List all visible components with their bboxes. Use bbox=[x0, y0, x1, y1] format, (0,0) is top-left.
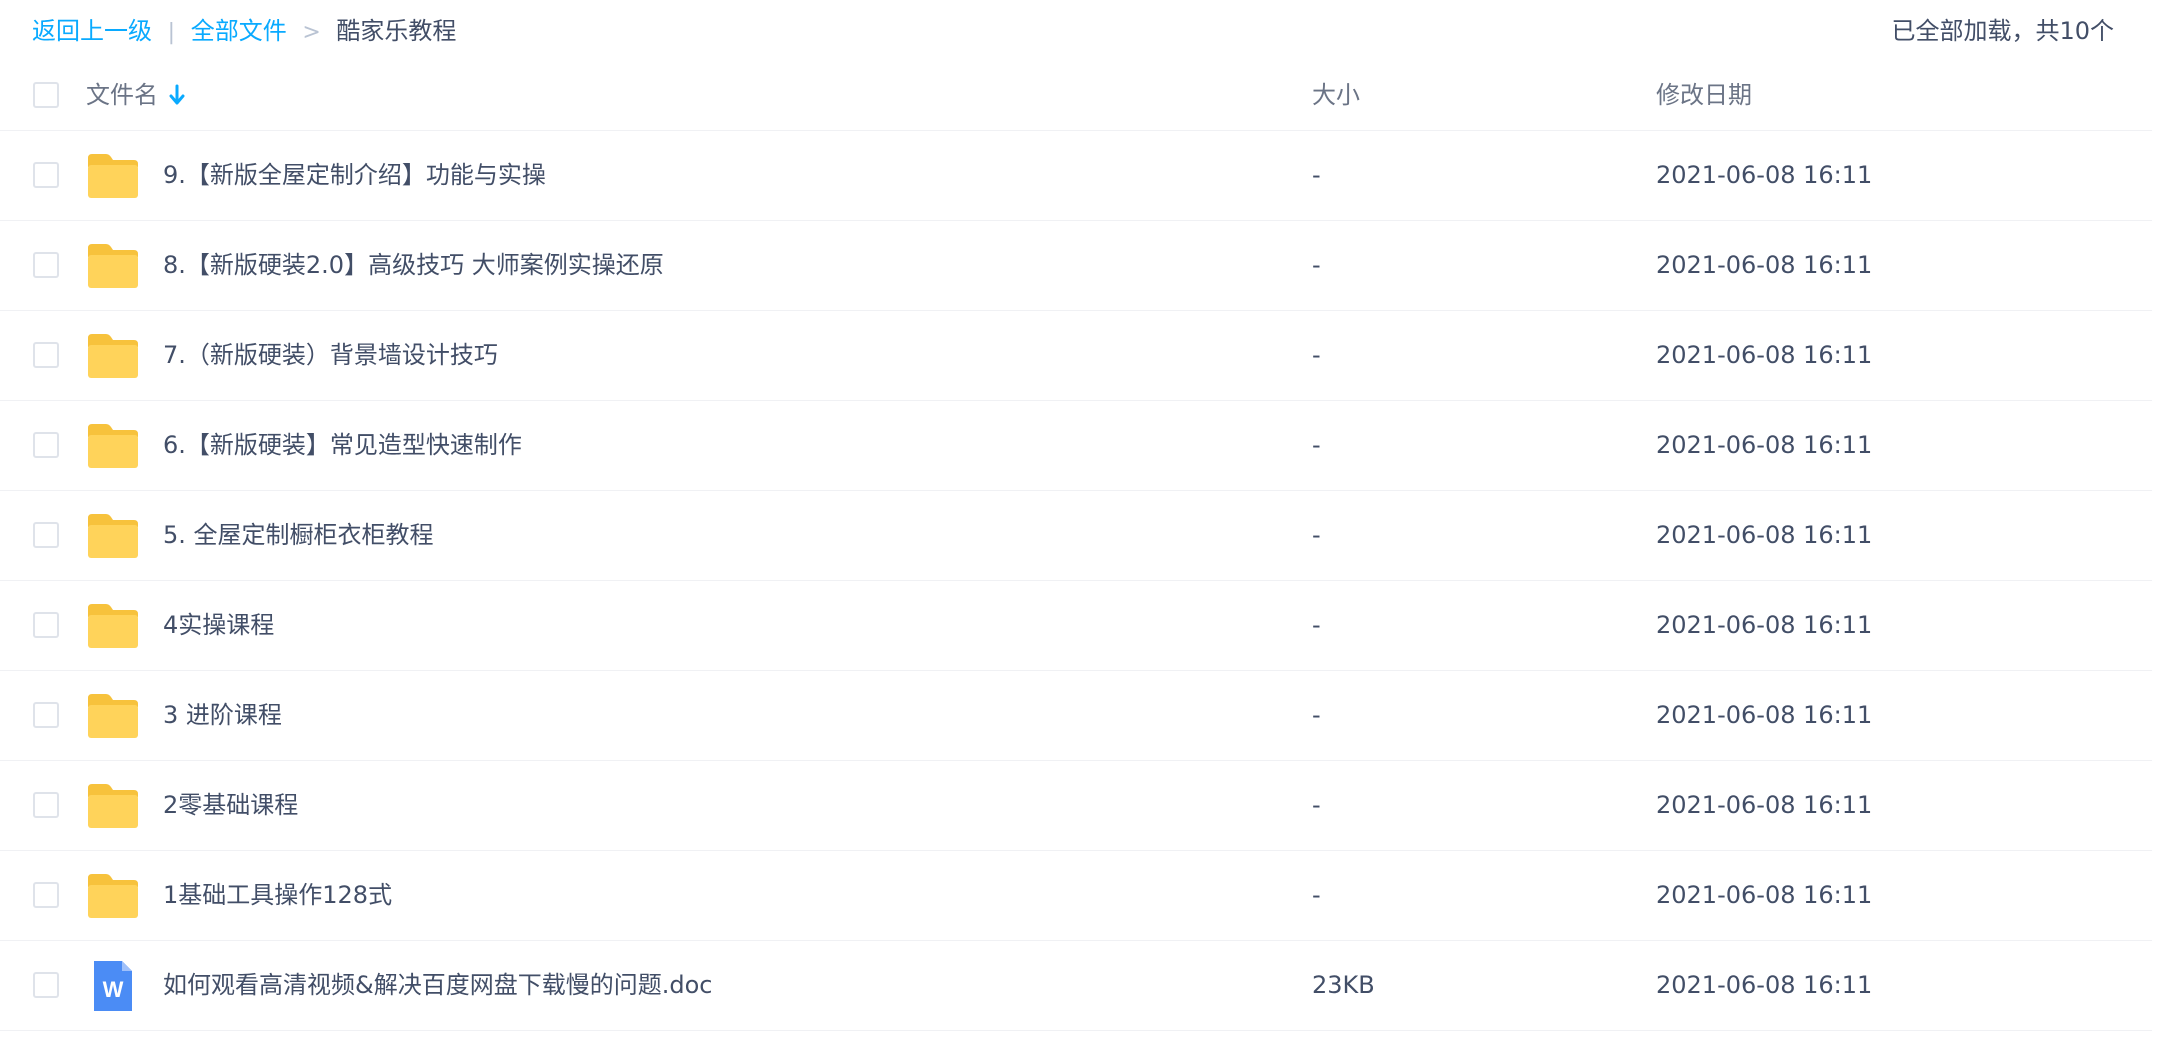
file-date: 2021-06-08 16:11 bbox=[1656, 431, 1873, 459]
file-size: - bbox=[1312, 791, 1321, 819]
word-doc-icon: W bbox=[86, 961, 140, 1011]
folder-icon bbox=[86, 691, 140, 741]
table-row[interactable]: 2零基础课程 - 2021-06-08 16:11 bbox=[0, 761, 2152, 851]
row-checkbox[interactable] bbox=[33, 702, 59, 728]
table-row[interactable]: W 如何观看高清视频&解决百度网盘下载慢的问题.doc 23KB 2021-06-08… bbox=[0, 941, 2152, 1031]
folder-icon bbox=[86, 151, 140, 201]
file-size: 23KB bbox=[1312, 971, 1375, 999]
file-name[interactable]: 5. 全屋定制橱柜衣柜教程 bbox=[163, 518, 434, 552]
file-name[interactable]: 4实操课程 bbox=[163, 608, 274, 642]
scroll-edge bbox=[2152, 0, 2174, 1049]
back-link[interactable]: 返回上一级 bbox=[32, 17, 152, 45]
all-files-link[interactable]: 全部文件 bbox=[191, 17, 287, 45]
file-size: - bbox=[1312, 881, 1321, 909]
folder-icon bbox=[86, 871, 140, 921]
folder-icon bbox=[86, 241, 140, 291]
file-date: 2021-06-08 16:11 bbox=[1656, 341, 1873, 369]
file-size: - bbox=[1312, 611, 1321, 639]
row-checkbox[interactable] bbox=[33, 612, 59, 638]
table-row[interactable]: 1基础工具操作128式 - 2021-06-08 16:11 bbox=[0, 851, 2152, 941]
load-status: 已全部加载，共10个 bbox=[1891, 17, 2114, 45]
file-date: 2021-06-08 16:11 bbox=[1656, 611, 1873, 639]
table-row[interactable]: 5. 全屋定制橱柜衣柜教程 - 2021-06-08 16:11 bbox=[0, 491, 2152, 581]
file-list: 9.【新版全屋定制介绍】功能与实操 -2021-06-08 16:11 8.【新版硬… bbox=[0, 131, 2152, 1031]
folder-icon bbox=[86, 421, 140, 471]
column-header-date[interactable]: 修改日期 bbox=[1656, 78, 1752, 112]
table-row[interactable]: 9.【新版全屋定制介绍】功能与实操 - 2021-06-08 16:11 bbox=[0, 131, 2152, 221]
file-size: - bbox=[1312, 701, 1321, 729]
breadcrumb: 返回上一级 | 全部文件 > 酷家乐教程 bbox=[32, 14, 456, 50]
table-row[interactable]: 8.【新版硬装2.0】高级技巧 大师案例实操还原 - 2021-06-08 16:1… bbox=[0, 221, 2152, 311]
file-date: 2021-06-08 16:11 bbox=[1656, 161, 1873, 189]
folder-icon bbox=[86, 511, 140, 561]
svg-text:W: W bbox=[103, 977, 124, 1002]
file-date: 2021-06-08 16:11 bbox=[1656, 971, 1873, 999]
row-checkbox[interactable] bbox=[33, 792, 59, 818]
file-list-page: 返回上一级 | 全部文件 > 酷家乐教程 已全部加载，共10个 文件名 大小 修… bbox=[0, 0, 2174, 1049]
row-checkbox[interactable] bbox=[33, 882, 59, 908]
file-size: - bbox=[1312, 431, 1321, 459]
file-date: 2021-06-08 16:11 bbox=[1656, 701, 1873, 729]
file-size: - bbox=[1312, 521, 1321, 549]
file-date: 2021-06-08 16:11 bbox=[1656, 881, 1873, 909]
select-all-checkbox[interactable] bbox=[33, 82, 59, 108]
file-name[interactable]: 如何观看高清视频&解决百度网盘下载慢的问题.doc bbox=[163, 968, 712, 1002]
table-row[interactable]: 6.【新版硬装】常见造型快速制作 - 2021-06-08 16:11 bbox=[0, 401, 2152, 491]
row-checkbox[interactable] bbox=[33, 522, 59, 548]
arrow-down-icon[interactable] bbox=[168, 83, 186, 107]
row-checkbox[interactable] bbox=[33, 162, 59, 188]
file-date: 2021-06-08 16:11 bbox=[1656, 791, 1873, 819]
table-header: 文件名 大小 修改日期 bbox=[0, 62, 2152, 131]
table-row[interactable]: 4实操课程 - 2021-06-08 16:11 bbox=[0, 581, 2152, 671]
file-name[interactable]: 6.【新版硬装】常见造型快速制作 bbox=[163, 428, 522, 462]
file-name[interactable]: 2零基础课程 bbox=[163, 788, 298, 822]
table-row[interactable]: 3 进阶课程 - 2021-06-08 16:11 bbox=[0, 671, 2152, 761]
file-date: 2021-06-08 16:11 bbox=[1656, 251, 1873, 279]
file-name[interactable]: 7.（新版硬装）背景墙设计技巧 bbox=[163, 338, 498, 372]
file-size: - bbox=[1312, 161, 1321, 189]
file-name[interactable]: 8.【新版硬装2.0】高级技巧 大师案例实操还原 bbox=[163, 248, 664, 282]
file-name[interactable]: 3 进阶课程 bbox=[163, 698, 282, 732]
file-name[interactable]: 9.【新版全屋定制介绍】功能与实操 bbox=[163, 158, 546, 192]
row-checkbox[interactable] bbox=[33, 342, 59, 368]
folder-icon bbox=[86, 331, 140, 381]
row-checkbox[interactable] bbox=[33, 972, 59, 998]
row-checkbox[interactable] bbox=[33, 252, 59, 278]
table-row[interactable]: 7.（新版硬装）背景墙设计技巧 - 2021-06-08 16:11 bbox=[0, 311, 2152, 401]
folder-icon bbox=[86, 601, 140, 651]
file-date: 2021-06-08 16:11 bbox=[1656, 521, 1873, 549]
top-bar: 返回上一级 | 全部文件 > 酷家乐教程 已全部加载，共10个 bbox=[0, 0, 2152, 62]
file-name[interactable]: 1基础工具操作128式 bbox=[163, 878, 392, 912]
column-header-name[interactable]: 文件名 bbox=[86, 78, 186, 112]
file-size: - bbox=[1312, 251, 1321, 279]
row-checkbox[interactable] bbox=[33, 432, 59, 458]
breadcrumb-separator: > bbox=[302, 20, 321, 45]
column-header-size[interactable]: 大小 bbox=[1312, 78, 1360, 112]
file-size: - bbox=[1312, 341, 1321, 369]
breadcrumb-divider: | bbox=[167, 20, 176, 45]
current-folder: 酷家乐教程 bbox=[336, 17, 457, 45]
column-header-name-label: 文件名 bbox=[86, 81, 158, 109]
folder-icon bbox=[86, 781, 140, 831]
